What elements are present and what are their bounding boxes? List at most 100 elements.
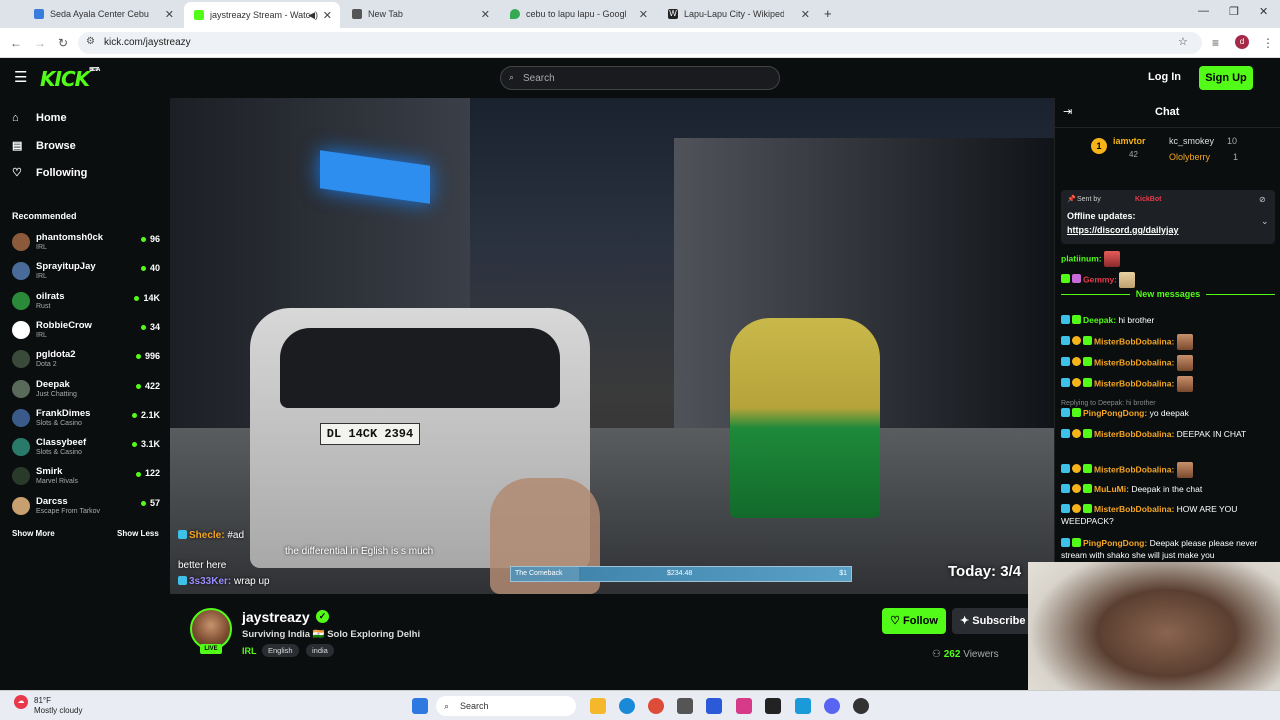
maximize-button[interactable]: ❐ xyxy=(1229,5,1239,18)
kick-logo[interactable]: KICKBETA xyxy=(40,67,100,91)
file-explorer-icon[interactable] xyxy=(590,698,606,714)
app-icon[interactable] xyxy=(706,698,722,714)
weather-text: Mostly cloudy xyxy=(34,706,83,715)
taskbar-search[interactable]: ⌕ Search xyxy=(436,696,576,716)
nav-browse[interactable]: ▤ Browse xyxy=(12,139,76,153)
chat-user[interactable]: MisterBobDobalina: xyxy=(1094,357,1174,367)
chat-user[interactable]: MisterBobDobalina: xyxy=(1094,504,1174,514)
edge-icon[interactable] xyxy=(619,698,635,714)
browser-tab[interactable]: New Tab ✕ xyxy=(342,4,498,24)
bookmark-star-icon[interactable]: ☆ xyxy=(1178,35,1188,48)
browser-tab[interactable]: W Lapu-Lapu City - Wikipedia ✕ xyxy=(658,4,818,24)
reload-icon[interactable]: ↻ xyxy=(58,36,68,50)
badge-icon xyxy=(1061,315,1070,324)
nav-label: Home xyxy=(36,112,67,124)
minimize-button[interactable]: — xyxy=(1198,5,1209,17)
gift-leaderboard: 1 iamvtor 42 kc_smokey 10 Ololyberry 1 xyxy=(1055,130,1280,180)
nav-following[interactable]: ♡ Following xyxy=(12,166,87,180)
browser-tab[interactable]: Seda Ayala Center Cebu ✕ xyxy=(24,4,182,24)
mute-icon[interactable]: ◀) xyxy=(308,10,318,21)
site-info-icon[interactable]: ⚙ xyxy=(86,36,95,47)
discord-icon[interactable] xyxy=(824,698,840,714)
chat-user[interactable]: Gemmy: xyxy=(1083,274,1117,284)
close-tab-icon[interactable]: ✕ xyxy=(323,9,332,22)
recommended-channel[interactable]: Deepak Just Chatting 422 xyxy=(12,377,160,403)
close-window-button[interactable]: ✕ xyxy=(1259,5,1268,18)
url-field[interactable]: ⚙ kick.com/jaystreazy ☆ xyxy=(78,32,1202,54)
stream-category[interactable]: IRL xyxy=(242,646,257,656)
hamburger-menu-icon[interactable]: ☰ xyxy=(14,68,27,86)
chat-user[interactable]: Deepak: xyxy=(1083,315,1116,325)
leaderboard-user[interactable]: Ololyberry xyxy=(1169,152,1210,162)
recommended-channel[interactable]: FrankDimes Slots & Casino 2.1K xyxy=(12,406,160,432)
app-icon[interactable] xyxy=(853,698,869,714)
chat-message: MuLuMi: Deepak in the chat xyxy=(1061,483,1275,495)
chat-title: Chat xyxy=(1155,106,1180,118)
pinned-link[interactable]: https://discord.gg/dailyjay xyxy=(1067,225,1179,235)
chat-user[interactable]: MisterBobDobalina: xyxy=(1094,429,1174,439)
channel-avatar xyxy=(12,379,30,398)
recommended-channel[interactable]: Darcss Escape From Tarkov 57 xyxy=(12,494,160,520)
browser-tab[interactable]: cebu to lapu lapu - Google Ma ✕ xyxy=(500,4,656,24)
badge-icon xyxy=(1072,357,1081,367)
overlay-chat-line: 3s33Ker: wrap up xyxy=(178,576,270,587)
close-tab-icon[interactable]: ✕ xyxy=(639,8,648,21)
chat-user[interactable]: MuLuMi: xyxy=(1094,484,1129,494)
windows-start-icon[interactable] xyxy=(412,698,428,714)
viewer-number: 14K xyxy=(143,292,160,303)
recommended-channel[interactable]: SprayitupJay IRL 40 xyxy=(12,259,160,285)
recommended-channel[interactable]: phantomsh0ck IRL 96 xyxy=(12,230,160,256)
chat-user[interactable]: MisterBobDobalina: xyxy=(1094,336,1174,346)
chrome-icon[interactable] xyxy=(648,698,664,714)
pinned-message[interactable]: 📌 Sent by KickBot ⊘ Offline updates: htt… xyxy=(1061,190,1275,244)
channel-name[interactable]: jaystreazy xyxy=(242,609,310,625)
app-icon[interactable] xyxy=(677,698,693,714)
close-tab-icon[interactable]: ✕ xyxy=(165,8,174,21)
browser-tab-active[interactable]: jaystreazy Stream - Watch L ◀) ✕ xyxy=(184,2,340,28)
chevron-down-icon[interactable]: ⌄ xyxy=(1261,216,1269,227)
close-tab-icon[interactable]: ✕ xyxy=(481,8,490,21)
viewer-number: 3.1K xyxy=(140,439,160,450)
chat-user[interactable]: PingPongDong: xyxy=(1083,408,1147,418)
menu-dots-icon[interactable]: ⋮ xyxy=(1262,36,1274,50)
unpin-icon[interactable]: ⊘ xyxy=(1259,195,1266,204)
stream-tag[interactable]: india xyxy=(306,644,334,657)
instagram-icon[interactable] xyxy=(736,698,752,714)
forward-icon[interactable]: → xyxy=(34,36,46,50)
live-dot-icon xyxy=(135,471,141,477)
nav-home[interactable]: ⌂ Home xyxy=(12,112,67,124)
collapse-chat-icon[interactable]: ⇥ xyxy=(1063,105,1072,118)
back-icon[interactable]: ← xyxy=(10,36,22,50)
leaderboard-user[interactable]: iamvtor xyxy=(1113,136,1146,146)
chat-user[interactable]: PingPongDong: xyxy=(1083,538,1147,548)
follow-button[interactable]: ♡ Follow xyxy=(882,608,946,634)
chat-user[interactable]: platiinum: xyxy=(1061,253,1102,263)
chat-user[interactable]: MisterBobDobalina: xyxy=(1094,378,1174,388)
media-control-icon[interactable]: ≡ xyxy=(1212,36,1219,50)
chat-user[interactable]: MisterBobDobalina: xyxy=(1094,464,1174,474)
profile-avatar[interactable]: d xyxy=(1235,35,1249,49)
tab-label: Lapu-Lapu City - Wikipedia xyxy=(684,9,784,19)
channel-name: Darcss xyxy=(36,495,68,507)
stream-tag[interactable]: English xyxy=(262,644,299,657)
show-less-button[interactable]: Show Less xyxy=(117,529,159,538)
show-more-button[interactable]: Show More xyxy=(12,529,55,538)
recommended-channel[interactable]: RobbieCrow IRL 34 xyxy=(12,318,160,344)
new-tab-button[interactable]: + xyxy=(824,6,832,21)
app-icon[interactable] xyxy=(765,698,781,714)
new-messages-divider[interactable]: New messages xyxy=(1061,289,1275,306)
search-input[interactable]: ⌕ Search xyxy=(500,66,780,90)
channel-category: Escape From Tarkov xyxy=(36,507,101,515)
app-icon[interactable] xyxy=(795,698,811,714)
recommended-channel[interactable]: Smirk Marvel Rivals 122 xyxy=(12,464,160,490)
recommended-channel[interactable]: Classybeef Slots & Casino 3.1K xyxy=(12,435,160,461)
recommended-channel[interactable]: oilrats Rust 14K xyxy=(12,289,160,315)
close-tab-icon[interactable]: ✕ xyxy=(801,8,810,21)
login-button[interactable]: Log In xyxy=(1148,71,1181,83)
signup-button[interactable]: Sign Up xyxy=(1199,66,1253,90)
pinned-sent-by: Sent by xyxy=(1077,196,1101,203)
leaderboard-user[interactable]: kc_smokey xyxy=(1169,136,1214,146)
recommended-channel[interactable]: pgldota2 Dota 2 996 xyxy=(12,347,160,373)
video-player[interactable]: DL 14CK 2394 Shecle: #ad the differentia… xyxy=(170,98,1054,594)
chat-message: PingPongDong: yo deepak xyxy=(1061,407,1275,419)
